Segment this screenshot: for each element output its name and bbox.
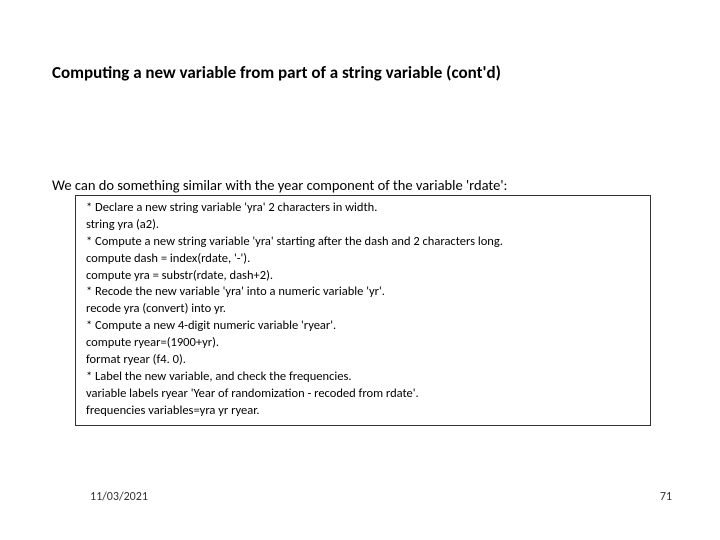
code-line: * Label the new variable, and check the … bbox=[86, 369, 640, 386]
page-title: Computing a new variable from part of a … bbox=[52, 62, 501, 83]
code-line: * Compute a new 4-digit numeric variable… bbox=[86, 318, 640, 335]
footer-page-number: 71 bbox=[660, 490, 672, 504]
code-line: frequencies variables=yra yr ryear. bbox=[86, 403, 640, 420]
code-line: * Declare a new string variable 'yra' 2 … bbox=[86, 200, 640, 217]
footer-date: 11/03/2021 bbox=[90, 490, 148, 504]
code-line: compute yra = substr(rdate, dash+2). bbox=[86, 268, 640, 285]
code-line: variable labels ryear 'Year of randomiza… bbox=[86, 386, 640, 403]
code-line: compute dash = index(rdate, '-'). bbox=[86, 251, 640, 268]
code-line: * Compute a new string variable 'yra' st… bbox=[86, 234, 640, 251]
code-line: recode yra (convert) into yr. bbox=[86, 301, 640, 318]
code-line: format ryear (f4. 0). bbox=[86, 352, 640, 369]
code-line: * Recode the new variable 'yra' into a n… bbox=[86, 284, 640, 301]
code-line: string yra (a2). bbox=[86, 217, 640, 234]
code-box: * Declare a new string variable 'yra' 2 … bbox=[75, 195, 651, 426]
intro-text: We can do something similar with the yea… bbox=[52, 176, 507, 194]
code-line: compute ryear=(1900+yr). bbox=[86, 335, 640, 352]
